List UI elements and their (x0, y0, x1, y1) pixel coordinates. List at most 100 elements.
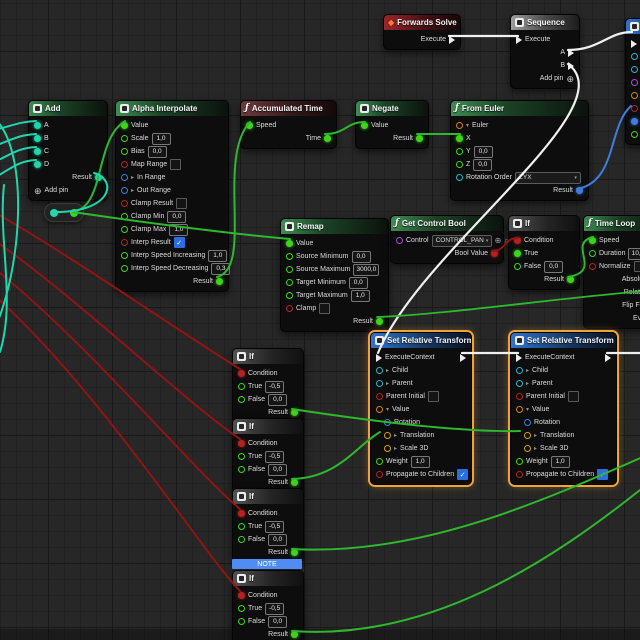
green-input-pin[interactable] (376, 458, 383, 465)
green-input-pin[interactable] (589, 250, 596, 257)
value-input[interactable]: 0,0 (147, 145, 167, 158)
bool-input-pin[interactable] (376, 471, 383, 478)
bool-input-pin[interactable] (376, 393, 383, 400)
green-input-pin[interactable] (121, 213, 128, 220)
exec-in-pin[interactable] (631, 39, 637, 48)
value-input[interactable]: 0,0 (268, 463, 288, 476)
bool-input-pin[interactable] (238, 510, 245, 517)
green-input-pin[interactable] (121, 122, 128, 129)
reroute-output-pin[interactable] (70, 208, 78, 217)
value-input[interactable]: 0,0 (268, 533, 288, 546)
node-remap-8[interactable]: Remap Value Source Minimum 0,0 Source Maximu… (280, 218, 389, 332)
node-header[interactable]: If (233, 349, 303, 364)
value-input[interactable]: -0,5 (265, 602, 285, 615)
green-output-pin[interactable] (324, 135, 331, 142)
node-header[interactable]: ƒ Get Control Bool (391, 216, 503, 231)
green-input-pin[interactable] (238, 618, 245, 625)
add-pin-icon[interactable]: ⊕ (566, 74, 574, 84)
green-input-pin[interactable] (121, 135, 128, 142)
orange-input-pin[interactable] (631, 92, 638, 99)
green-input-pin[interactable] (121, 226, 128, 233)
expander-icon[interactable]: ▸ (386, 380, 389, 387)
browse-icon[interactable]: ⊕ (495, 236, 502, 246)
exec-out-pin[interactable] (568, 61, 574, 70)
teal-output-pin[interactable] (95, 174, 102, 181)
node-header[interactable]: Sequence (511, 15, 579, 30)
expanded-icon[interactable]: ▾ (526, 406, 529, 413)
value-input[interactable]: 0,0 (544, 260, 564, 273)
bool-input-pin[interactable] (514, 237, 521, 244)
green-input-pin[interactable] (121, 148, 128, 155)
exec-out-pin[interactable] (460, 353, 466, 362)
node-header[interactable]: Negate (356, 101, 428, 116)
green-input-pin[interactable] (516, 458, 523, 465)
bool-input-pin[interactable] (121, 200, 128, 207)
bool-input-pin[interactable] (238, 440, 245, 447)
node-header[interactable]: If (233, 489, 303, 504)
value-input[interactable]: -0,5 (265, 450, 285, 463)
expander-icon[interactable]: ▸ (131, 187, 134, 194)
expander-icon[interactable]: ▸ (394, 432, 397, 439)
green-output-pin[interactable] (376, 318, 383, 325)
bool-input-pin[interactable] (631, 105, 638, 112)
exec-out-pin[interactable] (605, 353, 611, 362)
value-input[interactable]: 3000,0 (353, 263, 380, 276)
node-header[interactable]: If (509, 216, 579, 231)
node-header[interactable]: ƒ Accumulated Time (241, 101, 336, 116)
exec-in-pin[interactable] (516, 35, 522, 44)
yellow-input-pin[interactable] (524, 432, 531, 439)
bool-output-pin[interactable] (491, 250, 498, 257)
node-header[interactable]: Add (29, 101, 107, 116)
expander-icon[interactable]: ▸ (526, 380, 529, 387)
teal-input-pin[interactable] (34, 148, 41, 155)
node-header[interactable]: Alpha Interpolate (116, 101, 228, 116)
green-input-pin[interactable] (514, 250, 521, 257)
checkbox[interactable] (567, 391, 579, 402)
reroute-input-pin[interactable] (50, 208, 58, 217)
cyan-input-pin[interactable] (516, 367, 523, 374)
bool-input-pin[interactable] (121, 239, 128, 246)
bool-input-pin[interactable] (516, 471, 523, 478)
value-input[interactable]: 1,0 (550, 455, 570, 468)
checkbox[interactable] (427, 391, 439, 402)
green-input-pin[interactable] (238, 605, 245, 612)
teal-input-pin[interactable] (34, 161, 41, 168)
node-set-relative-transform-13[interactable]: Set Relative Transform ExecuteContext ▸ Chi… (510, 332, 617, 485)
checkbox[interactable]: ✓ (173, 237, 185, 248)
node-forwards-solve-0[interactable]: ◆ Forwards Solve Execute (383, 14, 461, 50)
node-alpha-interpolate-4[interactable]: Alpha Interpolate Value Scale 1,0 Bias 0,0 Map… (115, 100, 231, 292)
node-if-17[interactable]: If Condition True -0,5 False 0,0 Result (232, 570, 304, 640)
bool-input-pin[interactable] (589, 263, 596, 270)
exec-in-pin[interactable] (516, 353, 522, 362)
checkbox[interactable] (170, 159, 182, 170)
orange-input-pin[interactable] (516, 406, 523, 413)
green-input-pin[interactable] (286, 253, 293, 260)
green-input-pin[interactable] (456, 148, 463, 155)
green-output-pin[interactable] (567, 276, 574, 283)
bool-input-pin[interactable] (121, 161, 128, 168)
green-input-pin[interactable] (238, 466, 245, 473)
note-bubble[interactable]: NOTE (232, 559, 302, 569)
node-header[interactable]: Set Relative Transform (511, 333, 616, 348)
green-input-pin[interactable] (589, 237, 596, 244)
value-input[interactable]: 1,0 (208, 249, 228, 262)
bool-input-pin[interactable] (516, 393, 523, 400)
green-input-pin[interactable] (361, 122, 368, 129)
node-accumulated-time-5[interactable]: ƒ Accumulated Time Speed Time (240, 100, 337, 149)
green-input-pin[interactable] (121, 252, 128, 259)
blue-input-pin[interactable] (121, 187, 128, 194)
cyan-input-pin[interactable] (516, 380, 523, 387)
value-input[interactable]: 1,0 (151, 132, 171, 145)
add-pin-icon[interactable]: ⊕ (34, 186, 42, 196)
exec-out-pin[interactable] (449, 35, 455, 44)
green-input-pin[interactable] (286, 279, 293, 286)
yellow-input-pin[interactable] (384, 445, 391, 452)
node-if-15[interactable]: If Condition True -0,5 False 0,0 Result (232, 418, 304, 493)
green-input-pin[interactable] (456, 135, 463, 142)
value-input[interactable]: -0,5 (265, 380, 285, 393)
exec-in-pin[interactable] (376, 353, 382, 362)
value-input[interactable]: 0,0 (167, 210, 187, 223)
expander-icon[interactable]: ▸ (534, 445, 537, 452)
node-header[interactable]: ƒ Time Loop (584, 216, 640, 231)
green-output-pin[interactable] (291, 409, 298, 416)
